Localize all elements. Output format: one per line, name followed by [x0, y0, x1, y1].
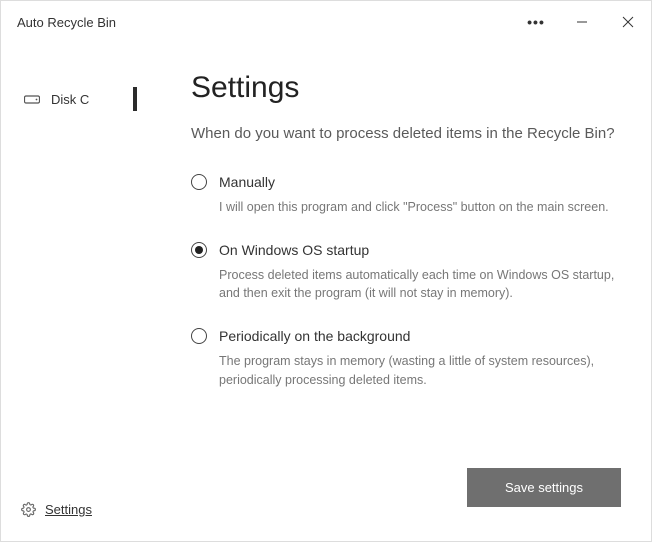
- more-icon: •••: [527, 14, 545, 30]
- radio-icon-checked: [191, 242, 207, 258]
- radio-icon: [191, 174, 207, 190]
- radio-description: The program stays in memory (wasting a l…: [219, 352, 621, 388]
- window-title: Auto Recycle Bin: [17, 15, 513, 30]
- option-periodic: Periodically on the background The progr…: [191, 328, 621, 388]
- page-subtitle: When do you want to process deleted item…: [191, 123, 621, 144]
- radio-label: On Windows OS startup: [219, 242, 369, 258]
- option-startup: On Windows OS startup Process deleted it…: [191, 242, 621, 302]
- option-manually: Manually I will open this program and cl…: [191, 174, 621, 216]
- radio-description: Process deleted items automatically each…: [219, 266, 621, 302]
- sidebar: Disk C Settings: [1, 43, 151, 541]
- more-button[interactable]: •••: [513, 1, 559, 43]
- drive-icon: [23, 93, 41, 105]
- titlebar: Auto Recycle Bin •••: [1, 1, 651, 43]
- radio-label: Manually: [219, 174, 275, 190]
- radio-description: I will open this program and click "Proc…: [219, 198, 621, 216]
- gear-icon: [19, 502, 37, 517]
- sidebar-settings-link[interactable]: Settings: [1, 491, 151, 527]
- page-title: Settings: [191, 71, 621, 105]
- close-button[interactable]: [605, 1, 651, 43]
- sidebar-spacer: [1, 117, 151, 491]
- sidebar-settings-label: Settings: [45, 502, 92, 517]
- footer-row: Save settings: [191, 468, 621, 521]
- sidebar-item-label: Disk C: [51, 92, 89, 107]
- sidebar-item-disk-c[interactable]: Disk C: [1, 81, 151, 117]
- save-button[interactable]: Save settings: [467, 468, 621, 507]
- radio-startup[interactable]: On Windows OS startup: [191, 242, 621, 258]
- radio-icon: [191, 328, 207, 344]
- minimize-icon: [576, 16, 588, 28]
- radio-periodic[interactable]: Periodically on the background: [191, 328, 621, 344]
- titlebar-controls: •••: [513, 1, 651, 43]
- radio-manually[interactable]: Manually: [191, 174, 621, 190]
- close-icon: [622, 16, 634, 28]
- main-panel: Settings When do you want to process del…: [151, 43, 651, 541]
- minimize-button[interactable]: [559, 1, 605, 43]
- radio-label: Periodically on the background: [219, 328, 410, 344]
- content-area: Disk C Settings Settings When do you wan…: [1, 43, 651, 541]
